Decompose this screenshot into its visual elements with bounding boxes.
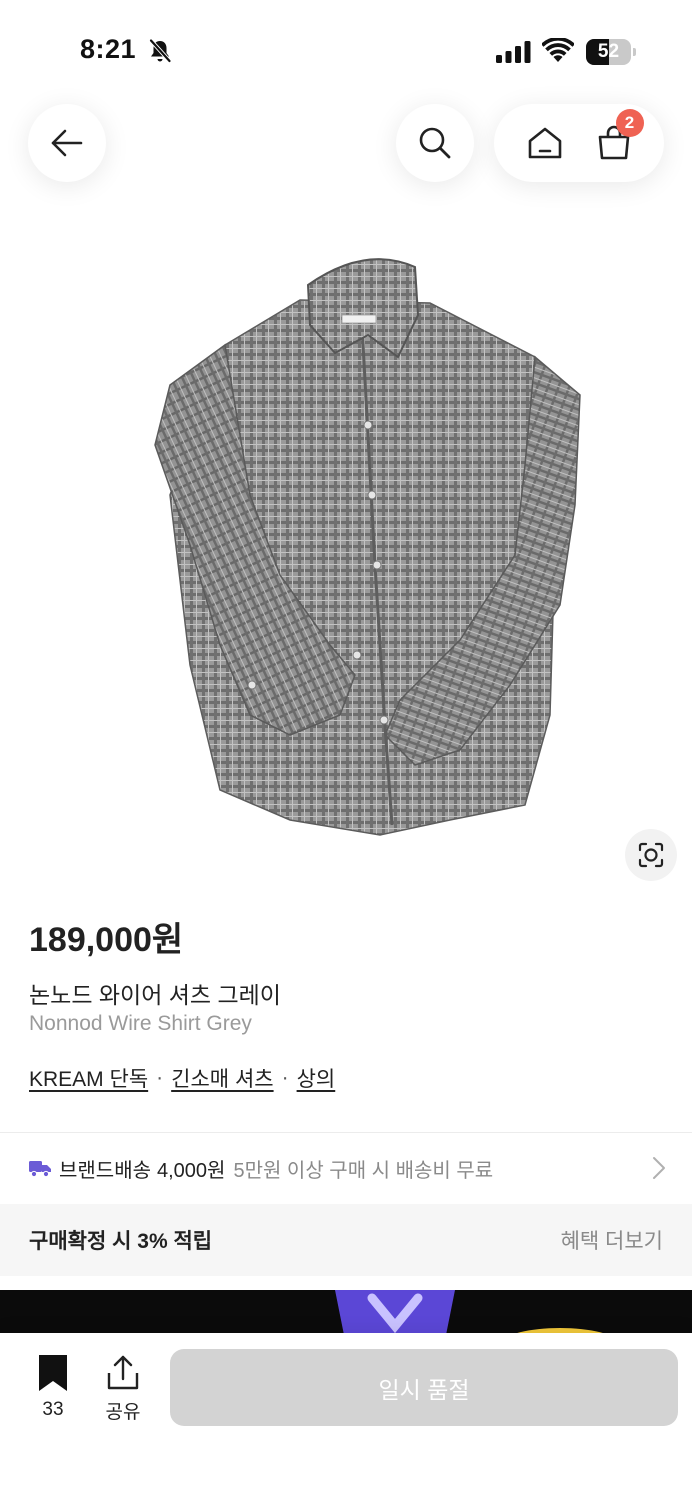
shipping-info-row[interactable]: 브랜드배송 4,000원 5만원 이상 구매 시 배송비 무료: [0, 1134, 692, 1202]
benefit-row: 구매확정 시 3% 적립 혜택 더보기: [0, 1204, 692, 1276]
share-label: 공유: [105, 1402, 141, 1423]
tag-separator: ·: [156, 1066, 164, 1089]
home-button[interactable]: [521, 119, 569, 167]
home-cart-pill: 2: [494, 104, 664, 182]
product-name-english: Nonnod Wire Shirt Grey: [29, 1012, 252, 1035]
truck-icon: [29, 1161, 51, 1177]
bookmark-count: 33: [42, 1399, 64, 1420]
cart-count-badge: 2: [615, 109, 644, 137]
status-bar: 8:21 52: [0, 0, 692, 100]
back-button[interactable]: [28, 104, 106, 182]
battery-indicator: 52: [586, 39, 636, 65]
home-icon: [528, 127, 561, 159]
lens-icon: [638, 842, 664, 868]
sold-out-button[interactable]: 일시 품절: [170, 1349, 678, 1426]
shipping-title: 브랜드배송: [59, 1159, 151, 1182]
search-icon: [419, 127, 451, 159]
benefit-more-link[interactable]: 혜택 더보기: [561, 1225, 663, 1255]
share-button[interactable]: 공유: [98, 1355, 148, 1425]
back-arrow-icon: [51, 129, 83, 157]
status-time: 8:21: [80, 34, 137, 64]
shipping-note: 5만원 이상 구매 시 배송비 무료: [233, 1159, 494, 1182]
cart-button[interactable]: 2: [590, 109, 644, 167]
tag-separator: ·: [281, 1066, 289, 1089]
tag-link-top[interactable]: 상의: [297, 1063, 336, 1093]
share-icon: [107, 1355, 139, 1390]
bell-slash-icon: [149, 39, 171, 63]
category-tags: KREAM 단독 · 긴소매 셔츠 · 상의: [29, 1063, 335, 1093]
bookmark-button[interactable]: 33: [28, 1355, 78, 1425]
bookmark-icon: [39, 1355, 67, 1391]
wifi-icon: [542, 38, 574, 62]
divider: [0, 1132, 692, 1133]
chevron-right-icon: [653, 1157, 665, 1179]
image-search-button[interactable]: [625, 829, 677, 881]
product-name-korean: 논노드 와이어 셔츠 그레이: [29, 982, 281, 1008]
tag-link-long-sleeve-shirt[interactable]: 긴소매 셔츠: [171, 1063, 273, 1093]
bottom-action-bar: 33 공유 일시 품절: [0, 1333, 692, 1500]
shipping-price: 4,000원: [157, 1159, 226, 1182]
product-image[interactable]: [130, 245, 590, 845]
tag-link-exclusive[interactable]: KREAM 단독: [29, 1063, 148, 1093]
battery-text: 52: [597, 41, 620, 62]
search-button[interactable]: [396, 104, 474, 182]
product-price: 189,000원: [29, 921, 184, 959]
signal-icon: [496, 41, 531, 63]
benefit-text: 구매확정 시 3% 적립: [29, 1230, 213, 1253]
